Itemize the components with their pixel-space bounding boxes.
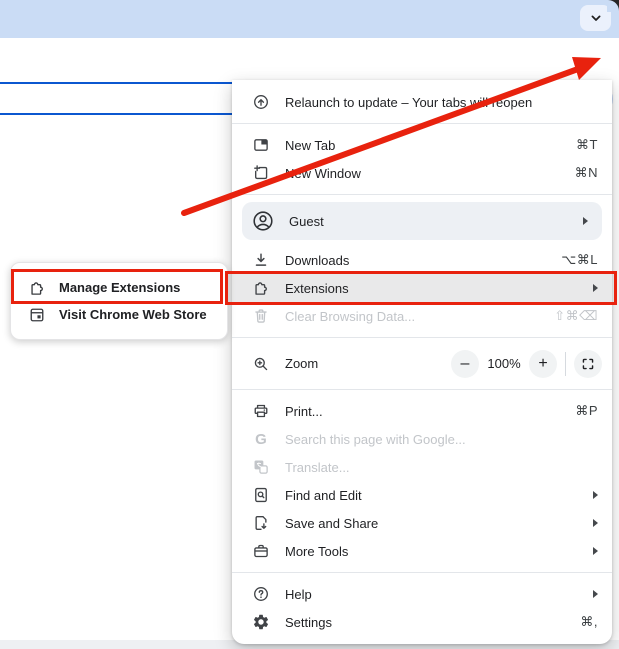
menu-item-new-window[interactable]: New Window ⌘N: [232, 159, 612, 187]
menu-item-translate: Translate...: [232, 453, 612, 481]
menu-divider: [232, 572, 612, 573]
menu-item-more-tools[interactable]: More Tools: [232, 537, 612, 565]
zoom-level-value: 100%: [479, 356, 529, 371]
submenu-item-label: Manage Extensions: [59, 280, 180, 295]
menu-item-downloads[interactable]: Downloads ⌥⌘L: [232, 246, 612, 274]
extensions-submenu: Manage Extensions Visit Chrome Web Store: [10, 262, 228, 340]
menu-item-print[interactable]: Print... ⌘P: [232, 397, 612, 425]
menu-item-clear-browsing-data: Clear Browsing Data... ⇧⌘⌫: [232, 302, 612, 330]
menu-item-shortcut: ⌘N: [575, 165, 598, 181]
menu-item-zoom: Zoom – 100% +: [232, 345, 612, 382]
menu-item-shortcut: ⌘,: [580, 614, 598, 630]
chevron-right-icon: [593, 547, 598, 555]
printer-icon: [252, 402, 270, 420]
menu-item-label: Settings: [285, 615, 565, 630]
zoom-controls: – 100% +: [451, 350, 602, 378]
browser-main-menu: Relaunch to update – Your tabs will reop…: [232, 80, 612, 644]
update-icon: [252, 93, 270, 111]
extensions-puzzle-icon: [28, 279, 46, 297]
zoom-in-button[interactable]: +: [529, 350, 557, 378]
browser-toolbar: Guest Relaunch to update: [0, 38, 619, 80]
window-corner: [607, 0, 619, 12]
menu-item-label: More Tools: [285, 544, 578, 559]
avatar-icon: [252, 210, 274, 232]
gear-icon: [252, 613, 270, 631]
help-icon: [252, 585, 270, 603]
briefcase-icon: [252, 542, 270, 560]
extensions-puzzle-icon: [252, 279, 270, 297]
chevron-right-icon: [593, 590, 598, 598]
translate-icon: [252, 458, 270, 476]
menu-item-extensions[interactable]: Extensions: [232, 274, 612, 302]
chevron-right-icon: [593, 284, 598, 292]
zoom-out-button[interactable]: –: [451, 350, 479, 378]
menu-item-label: Translate...: [285, 460, 598, 475]
new-tab-icon: [252, 136, 270, 154]
menu-divider: [232, 194, 612, 195]
menu-item-label: Relaunch to update – Your tabs will reop…: [285, 95, 598, 110]
menu-divider: [232, 337, 612, 338]
chevron-down-icon: [588, 10, 604, 26]
menu-item-label: Clear Browsing Data...: [285, 309, 539, 324]
chevron-right-icon: [593, 519, 598, 527]
trash-icon: [252, 307, 270, 325]
menu-item-shortcut: ⌘T: [576, 137, 598, 153]
menu-item-label: Help: [285, 587, 578, 602]
menu-item-label: Guest: [289, 214, 568, 229]
fullscreen-button[interactable]: [574, 350, 602, 378]
menu-item-label: Downloads: [285, 253, 546, 268]
menu-item-settings[interactable]: Settings ⌘,: [232, 608, 612, 636]
new-window-icon: [252, 164, 270, 182]
menu-item-new-tab[interactable]: New Tab ⌘T: [232, 131, 612, 159]
menu-item-label: Zoom: [285, 356, 318, 371]
menu-item-label: Search this page with Google...: [285, 432, 598, 447]
menu-item-find-and-edit[interactable]: Find and Edit: [232, 481, 612, 509]
menu-divider: [232, 123, 612, 124]
find-icon: [252, 486, 270, 504]
menu-item-shortcut: ⇧⌘⌫: [554, 308, 598, 324]
submenu-item-visit-chrome-web-store[interactable]: Visit Chrome Web Store: [11, 301, 227, 328]
menu-item-relaunch-to-update[interactable]: Relaunch to update – Your tabs will reop…: [232, 88, 612, 116]
zoom-controls-divider: [565, 352, 566, 376]
menu-item-save-and-share[interactable]: Save and Share: [232, 509, 612, 537]
menu-item-label: Print...: [285, 404, 560, 419]
menu-item-help[interactable]: Help: [232, 580, 612, 608]
menu-item-shortcut: ⌥⌘L: [561, 252, 598, 268]
download-icon: [252, 251, 270, 269]
google-g-icon: G: [252, 430, 270, 448]
menu-divider: [232, 389, 612, 390]
submenu-item-manage-extensions[interactable]: Manage Extensions: [11, 274, 227, 301]
chevron-right-icon: [593, 491, 598, 499]
submenu-item-label: Visit Chrome Web Store: [59, 307, 207, 322]
menu-item-label: Find and Edit: [285, 488, 578, 503]
menu-item-label: Save and Share: [285, 516, 578, 531]
fullscreen-icon: [580, 356, 596, 372]
chevron-right-icon: [583, 217, 588, 225]
window-top-bar: [0, 0, 619, 38]
zoom-magnifier-icon: [252, 355, 270, 373]
menu-item-shortcut: ⌘P: [575, 403, 598, 419]
menu-item-label: New Tab: [285, 138, 561, 153]
web-store-icon: [28, 306, 46, 324]
menu-item-label: Extensions: [285, 281, 578, 296]
save-icon: [252, 514, 270, 532]
menu-item-search-with-google: G Search this page with Google...: [232, 425, 612, 453]
menu-item-label: New Window: [285, 166, 560, 181]
menu-item-guest-profile[interactable]: Guest: [242, 202, 602, 240]
